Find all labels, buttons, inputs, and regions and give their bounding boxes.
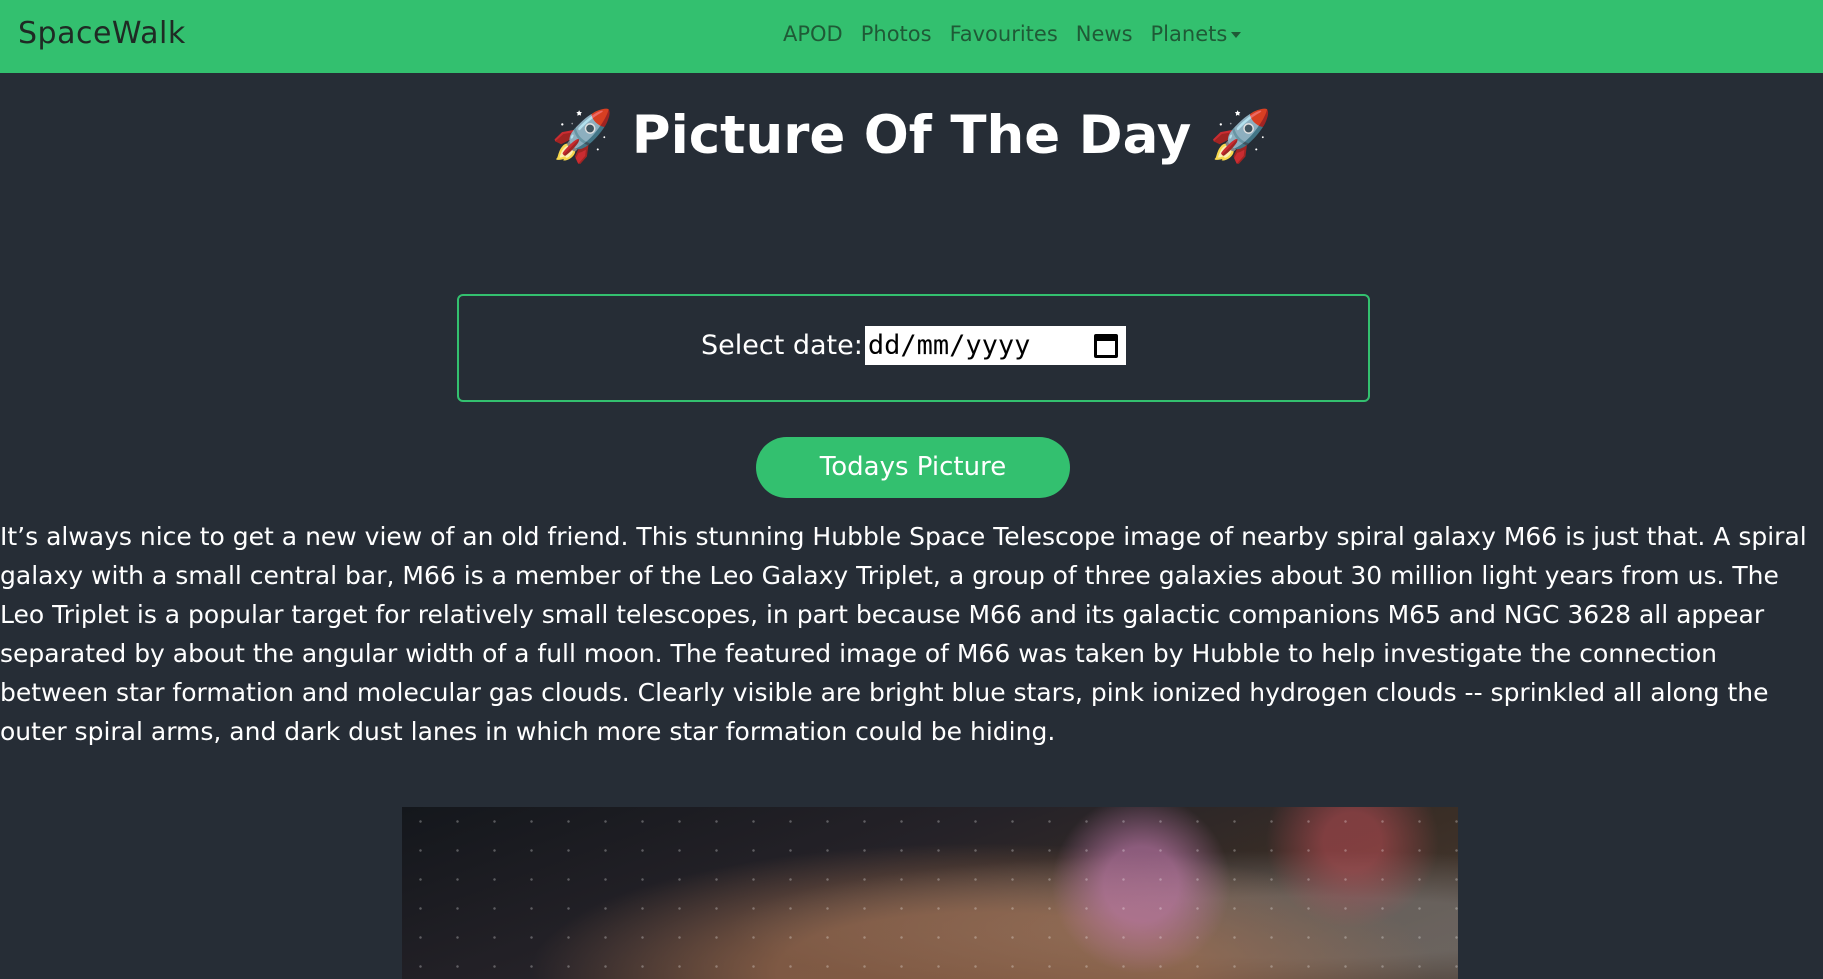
nav-link-apod[interactable]: APOD [783, 22, 843, 46]
nav-link-news[interactable]: News [1076, 22, 1133, 46]
apod-description: It’s always nice to get a new view of an… [0, 522, 1807, 746]
nav-links: APOD Photos Favourites News Planets [783, 22, 1242, 46]
date-input[interactable]: dd/mm/yyyy [864, 326, 1126, 365]
nav-dropdown-planets[interactable]: Planets [1151, 22, 1242, 46]
rocket-icon: 🚀 [551, 107, 614, 165]
nav-link-photos[interactable]: Photos [861, 22, 932, 46]
date-picker-row: Select date: dd/mm/yyyy [701, 326, 1126, 365]
caret-down-icon [1231, 32, 1242, 38]
top-navbar: SpaceWalk APOD Photos Favourites News Pl… [0, 0, 1823, 73]
todays-picture-button[interactable]: Todays Picture [756, 437, 1070, 498]
apod-image [402, 807, 1458, 979]
nav-link-favourites[interactable]: Favourites [950, 22, 1058, 46]
date-input-placeholder: dd/mm/yyyy [867, 330, 1031, 361]
page-title: 🚀 Picture Of The Day 🚀 [0, 105, 1823, 166]
brand-logo[interactable]: SpaceWalk [18, 16, 186, 51]
page-title-text: Picture Of The Day [631, 105, 1192, 166]
nav-link-planets-label: Planets [1150, 22, 1228, 46]
rocket-icon: 🚀 [1209, 107, 1272, 165]
date-picker-panel: Select date: dd/mm/yyyy [457, 294, 1370, 402]
date-label: Select date: [701, 330, 863, 361]
calendar-icon[interactable] [1093, 334, 1118, 358]
